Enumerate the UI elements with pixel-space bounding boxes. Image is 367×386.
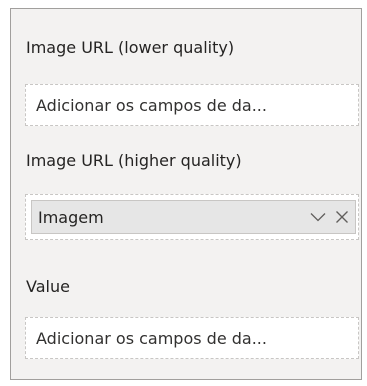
drop-well-placeholder: Adicionar os campos de da... bbox=[36, 95, 267, 115]
field-chip-label: Imagem bbox=[38, 207, 104, 227]
chevron-down-icon[interactable] bbox=[307, 206, 329, 228]
close-icon[interactable] bbox=[331, 206, 353, 228]
drop-well-placeholder: Adicionar os campos de da... bbox=[36, 328, 267, 348]
drop-well-image-url-lower[interactable]: Adicionar os campos de da... bbox=[25, 84, 359, 126]
field-label-image-url-higher: Image URL (higher quality) bbox=[26, 151, 242, 170]
field-label-value: Value bbox=[26, 277, 70, 296]
field-label-image-url-lower: Image URL (lower quality) bbox=[26, 38, 235, 57]
field-chip-imagem[interactable]: Imagem bbox=[31, 200, 356, 234]
drop-well-value[interactable]: Adicionar os campos de da... bbox=[25, 317, 359, 359]
